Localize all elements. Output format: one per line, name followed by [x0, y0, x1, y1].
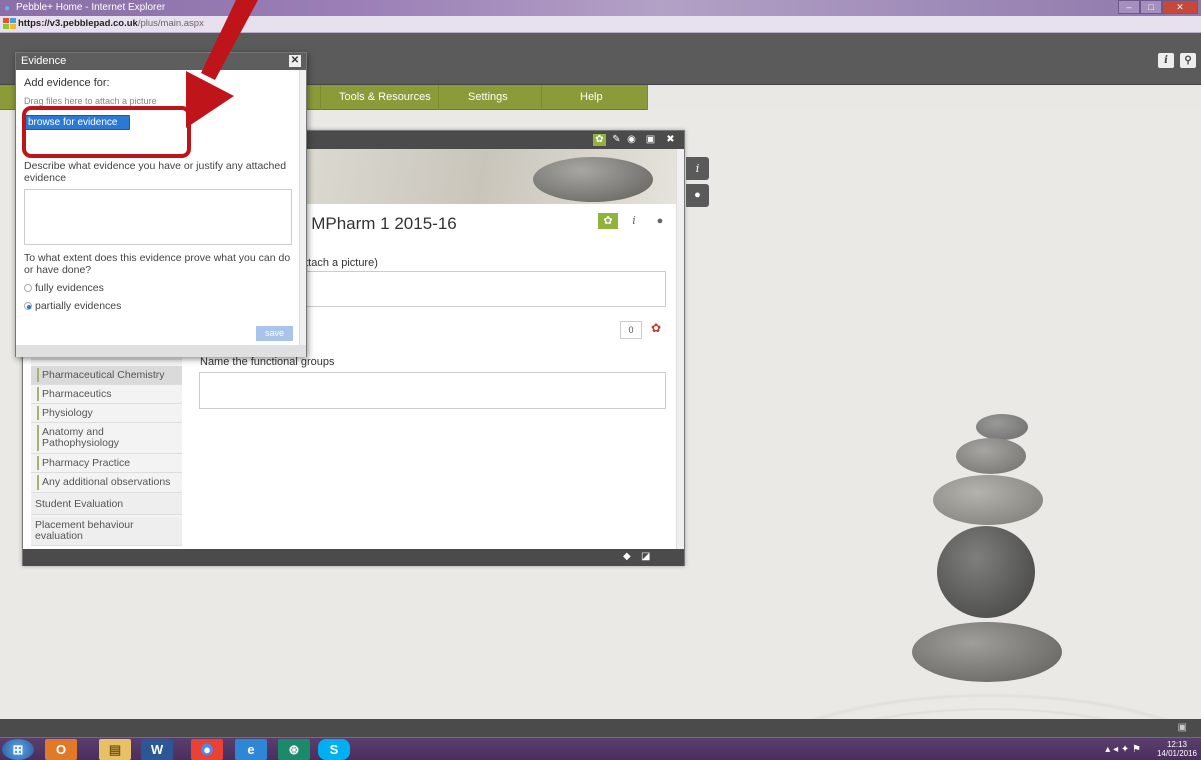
page-info-icon[interactable]: i — [624, 213, 644, 229]
stone-image — [976, 414, 1028, 440]
sidebar-section-placement-evaluation[interactable]: Placement behaviour evaluation — [31, 517, 182, 546]
window-controls: – □ ✕ — [1118, 0, 1198, 14]
app-footer-strip: ▣ — [0, 719, 1201, 737]
maximize-button[interactable]: □ — [1140, 0, 1162, 14]
nav-tools-resources[interactable]: Tools & Resources — [339, 91, 431, 103]
comment-bubble-icon[interactable]: ● — [650, 213, 670, 229]
partially-evidences-option[interactable]: partially evidences — [24, 300, 121, 312]
ie-icon: ● — [4, 3, 11, 14]
describe-evidence-label: Describe what evidence you have or justi… — [24, 160, 287, 184]
outlook-icon[interactable]: O — [45, 739, 77, 760]
app-icon[interactable]: ⊛ — [278, 739, 310, 760]
sidebar-item-additional-observations[interactable]: Any additional observations — [31, 473, 182, 493]
question-2-label: Name the functional groups — [200, 356, 335, 368]
url-text[interactable]: https://v3.pebblepad.co.uk/plus/main.asp… — [18, 18, 204, 29]
page-settings-gear-icon[interactable]: ✿ — [598, 213, 618, 229]
sidebar-item-physiology[interactable]: Physiology — [31, 404, 182, 423]
info-icon[interactable]: i — [1158, 53, 1174, 68]
clock-time: 12:13 — [1166, 740, 1187, 749]
window-close-button[interactable]: ✕ — [1162, 0, 1198, 14]
word-icon[interactable]: W — [141, 739, 173, 760]
sidebar-item-pharmaceutical-chemistry[interactable]: Pharmaceutical Chemistry — [31, 366, 182, 385]
evidence-description-textarea[interactable] — [24, 189, 292, 245]
sidebar-section-student-evaluation[interactable]: Student Evaluation — [31, 494, 182, 515]
tag-icon[interactable]: ◆ — [623, 551, 631, 562]
clock[interactable]: 12:13 14/01/2016 — [1157, 740, 1197, 758]
evidence-header: Evidence ✕ — [16, 53, 306, 70]
side-comments-icon[interactable]: ● — [686, 184, 709, 207]
radio-button-selected[interactable] — [24, 302, 32, 310]
pebblepad-favicon — [3, 18, 16, 29]
evidence-panel: Evidence ✕ Add evidence for: Drag files … — [15, 52, 307, 357]
question-1-label: attach a picture) — [299, 257, 378, 269]
view-eye-icon[interactable]: ◉ — [625, 134, 638, 146]
nav-settings[interactable]: Settings — [468, 91, 508, 103]
fully-evidences-option[interactable]: fully evidences — [24, 282, 104, 294]
evidence-resize-bar — [16, 345, 306, 357]
start-button-icon[interactable]: ⊞ — [2, 739, 34, 760]
save-button[interactable]: save — [256, 326, 293, 341]
title-toolbar: ✿ i ● — [598, 213, 670, 229]
workbook-scrollbar[interactable] — [676, 149, 684, 549]
evidence-scrollbar[interactable] — [299, 70, 306, 356]
user-menu-icon[interactable]: ⚲ — [1180, 53, 1196, 68]
question-2-answer-box[interactable] — [199, 372, 666, 409]
settings-gear-icon[interactable]: ✿ — [593, 134, 606, 146]
windows-taskbar: ⊞ O ▤ W ● e ⊛ S ▴ ◂ ✦ ⚑ 12:13 14/01/2016 — [0, 737, 1201, 760]
add-evidence-label: Add evidence for: — [24, 77, 110, 89]
close-icon[interactable]: ✖ — [664, 134, 677, 146]
system-tray-icons[interactable]: ▴ ◂ ✦ ⚑ — [1105, 744, 1141, 755]
sidebar-item-anatomy-pathophysiology[interactable]: Anatomy and Pathophysiology — [31, 423, 182, 454]
drag-drop-hint: Drag files here to attach a picture — [24, 96, 157, 106]
save-disk-icon[interactable]: ▣ — [644, 134, 657, 146]
sidebar-item-pharmaceutics[interactable]: Pharmaceutics — [31, 385, 182, 404]
workbook-title: k MPharm 1 2015-16 — [298, 214, 457, 233]
internet-explorer-icon[interactable]: e — [235, 739, 267, 760]
browser-title-bar: ● Pebble+ Home - Internet Explorer – □ ✕ — [0, 0, 1201, 16]
evidence-count-badge: 0 — [620, 321, 642, 339]
chrome-icon[interactable]: ● — [191, 739, 223, 760]
window-title: Pebble+ Home - Internet Explorer — [16, 2, 166, 13]
workbook-footer: ◆ ◪ — [23, 549, 684, 566]
workbook-sidebar: Clinical Screen Pharmaceutical Chemistry… — [31, 353, 182, 546]
bookmark-icon[interactable]: ◪ — [641, 551, 650, 562]
evidence-title: Evidence — [21, 55, 67, 67]
clock-date: 14/01/2016 — [1156, 749, 1197, 758]
side-panel-icons: i ● — [686, 157, 709, 211]
skype-icon[interactable]: S — [318, 739, 350, 760]
sidebar-item-pharmacy-practice[interactable]: Pharmacy Practice — [31, 454, 182, 473]
file-explorer-icon[interactable]: ▤ — [99, 739, 131, 760]
award-ribbon-icon[interactable]: ✿ — [651, 321, 663, 339]
radio-button[interactable] — [24, 284, 32, 292]
minimize-button[interactable]: – — [1118, 0, 1140, 14]
red-highlight-box — [22, 106, 191, 158]
side-info-icon[interactable]: i — [686, 157, 709, 180]
chat-icon[interactable]: ▣ — [1178, 722, 1187, 733]
edit-pencil-icon[interactable]: ✎ — [610, 134, 623, 146]
close-icon[interactable]: ✕ — [289, 55, 301, 67]
question-1-answer-box[interactable] — [299, 271, 666, 307]
extent-question: To what extent does this evidence prove … — [24, 252, 291, 276]
nav-help[interactable]: Help — [580, 91, 603, 103]
address-bar[interactable]: https://v3.pebblepad.co.uk/plus/main.asp… — [0, 16, 1201, 33]
